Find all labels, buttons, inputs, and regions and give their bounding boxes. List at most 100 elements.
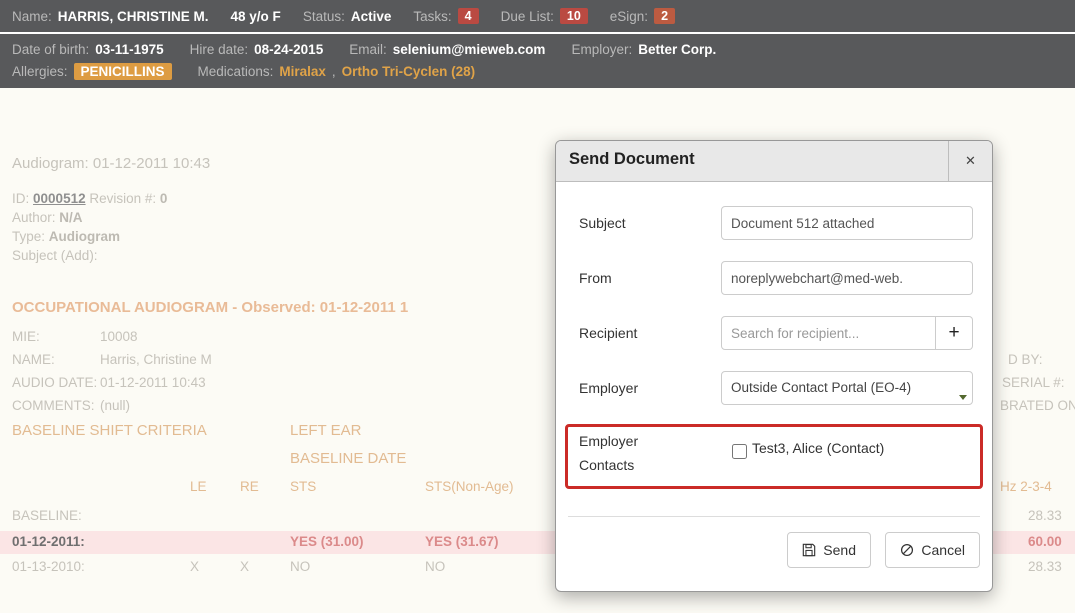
medication-ortho-link[interactable]: Ortho Tri-Cyclen (28) — [342, 64, 476, 79]
row-2010-avg-value: 28.33 — [1028, 559, 1062, 574]
email-label: Email: — [349, 42, 387, 57]
status-value: Active — [351, 9, 392, 24]
status-group: Status: Active — [303, 9, 392, 24]
send-document-modal: Send Document ✕ Subject From Recipient +… — [555, 140, 993, 592]
author-value: N/A — [59, 210, 82, 225]
save-icon — [802, 543, 816, 557]
revision-label: Revision #: — [89, 191, 156, 206]
tasks-group: Tasks: 4 — [413, 8, 478, 24]
document-title: Audiogram: 01-12-2011 10:43 — [12, 155, 210, 172]
modal-header[interactable]: Send Document ✕ — [556, 141, 992, 182]
document-id-line: ID: 0000512 Revision #: 0 — [12, 191, 167, 206]
row-2011-sts-value: YES (31.00) — [290, 534, 364, 549]
aud-name-value: Harris, Christine M — [100, 352, 212, 367]
patient-header-row2: Date of birth: 03-11-1975 Hire date: 08-… — [0, 34, 1075, 88]
type-value: Audiogram — [49, 229, 120, 244]
webchart-screen: Name: HARRIS, CHRISTINE M. 48 y/o F Stat… — [0, 0, 1075, 613]
employer-contact-checkbox[interactable] — [732, 444, 747, 459]
dob-group: Date of birth: 03-11-1975 — [12, 42, 164, 57]
recipient-field-label: Recipient — [579, 325, 637, 341]
column-header-sts-non-age: STS(Non-Age) — [425, 479, 514, 494]
due-list-label: Due List: — [501, 9, 554, 24]
allergies-label: Allergies: — [12, 64, 68, 79]
cancel-icon — [900, 543, 914, 557]
medications-group: Medications: Miralax, Ortho Tri-Cyclen (… — [198, 64, 476, 79]
footer-divider — [568, 516, 980, 517]
serial-partial-label: SERIAL #: — [1002, 375, 1065, 390]
employer-contacts-label-line2: Contacts — [579, 457, 634, 473]
column-header-le: LE — [190, 479, 207, 494]
employer-value: Better Corp. — [638, 42, 716, 57]
add-recipient-button[interactable]: + — [936, 316, 973, 350]
patient-header-row1: Name: HARRIS, CHRISTINE M. 48 y/o F Stat… — [0, 0, 1075, 32]
column-header-re: RE — [240, 479, 259, 494]
row-2010-label: 01-13-2010: — [12, 559, 85, 574]
medication-miralax-link[interactable]: Miralax — [279, 64, 326, 79]
revision-value: 0 — [160, 191, 168, 206]
recipient-search-input[interactable] — [721, 316, 936, 350]
from-field-label: From — [579, 270, 612, 286]
send-button[interactable]: Send — [787, 532, 871, 568]
medication-separator: , — [332, 64, 336, 79]
patient-name-value[interactable]: HARRIS, CHRISTINE M. — [58, 9, 209, 24]
subject-field-label: Subject — [579, 215, 626, 231]
row-2010-le: X — [190, 559, 199, 574]
subject-input[interactable] — [721, 206, 973, 240]
esign-label: eSign: — [610, 9, 648, 24]
subject-suffix: ): — [89, 248, 97, 263]
esign-group: eSign: 2 — [610, 8, 675, 24]
comments-value: (null) — [100, 398, 130, 413]
reviewed-by-partial-label: D BY: — [1008, 352, 1043, 367]
due-list-badge[interactable]: 10 — [560, 8, 588, 24]
hire-date-group: Hire date: 08-24-2015 — [190, 42, 324, 57]
send-button-label: Send — [823, 542, 856, 558]
baseline-avg-value: 28.33 — [1028, 508, 1062, 523]
row-2010-re: X — [240, 559, 249, 574]
age-sex-value: 48 y/o F — [231, 9, 281, 24]
mie-value: 10008 — [100, 329, 138, 344]
from-input[interactable] — [721, 261, 973, 295]
baseline-date-heading: BASELINE DATE — [290, 450, 406, 467]
hz-column-partial-label: Hz 2-3-4 — [1000, 479, 1052, 494]
modal-title: Send Document — [569, 150, 695, 169]
employer-contacts-label-line1: Employer — [579, 433, 638, 449]
baseline-row-label: BASELINE: — [12, 508, 82, 523]
employer-group: Employer: Better Corp. — [571, 42, 716, 57]
name-label: Name: — [12, 9, 52, 24]
close-icon[interactable]: ✕ — [948, 141, 992, 181]
type-label: Type: — [12, 229, 45, 244]
left-ear-heading: LEFT EAR — [290, 422, 361, 439]
allergies-group: Allergies: PENICILLINS — [12, 63, 172, 80]
aud-name-label: NAME: — [12, 352, 55, 367]
dob-value: 03-11-1975 — [95, 42, 163, 57]
row-2010-sts: NO — [290, 559, 310, 574]
document-id-link[interactable]: 0000512 — [33, 191, 86, 206]
employer-select-value: Outside Contact Portal (EO-4) — [731, 380, 911, 395]
employer-contact-option-label[interactable]: Test3, Alice (Contact) — [752, 440, 884, 456]
employer-select[interactable]: Outside Contact Portal (EO-4) — [721, 371, 973, 405]
audio-date-value: 01-12-2011 10:43 — [100, 375, 206, 390]
patient-name-group: Name: HARRIS, CHRISTINE M. — [12, 9, 209, 24]
column-header-sts: STS — [290, 479, 316, 494]
subject-prefix: Subject ( — [12, 248, 65, 263]
employer-label: Employer: — [571, 42, 632, 57]
status-label: Status: — [303, 9, 345, 24]
row-2010-sts-non-age: NO — [425, 559, 445, 574]
cancel-button[interactable]: Cancel — [885, 532, 980, 568]
author-label: Author: — [12, 210, 56, 225]
recipient-input-group: + — [721, 316, 973, 350]
mie-label: MIE: — [12, 329, 40, 344]
hire-date-value: 08-24-2015 — [254, 42, 323, 57]
demographics-row: Date of birth: 03-11-1975 Hire date: 08-… — [12, 42, 1063, 57]
dob-label: Date of birth: — [12, 42, 89, 57]
tasks-badge[interactable]: 4 — [458, 8, 479, 24]
comments-label: COMMENTS: — [12, 398, 95, 413]
audio-date-label: AUDIO DATE: — [12, 375, 97, 390]
allergy-penicillins-chip[interactable]: PENICILLINS — [74, 63, 172, 80]
email-value[interactable]: selenium@mieweb.com — [393, 42, 546, 57]
baseline-shift-criteria-heading: BASELINE SHIFT CRITERIA — [12, 422, 207, 439]
email-group: Email: selenium@mieweb.com — [349, 42, 545, 57]
esign-badge[interactable]: 2 — [654, 8, 675, 24]
subject-add-link[interactable]: Add — [65, 248, 89, 263]
id-label: ID: — [12, 191, 29, 206]
